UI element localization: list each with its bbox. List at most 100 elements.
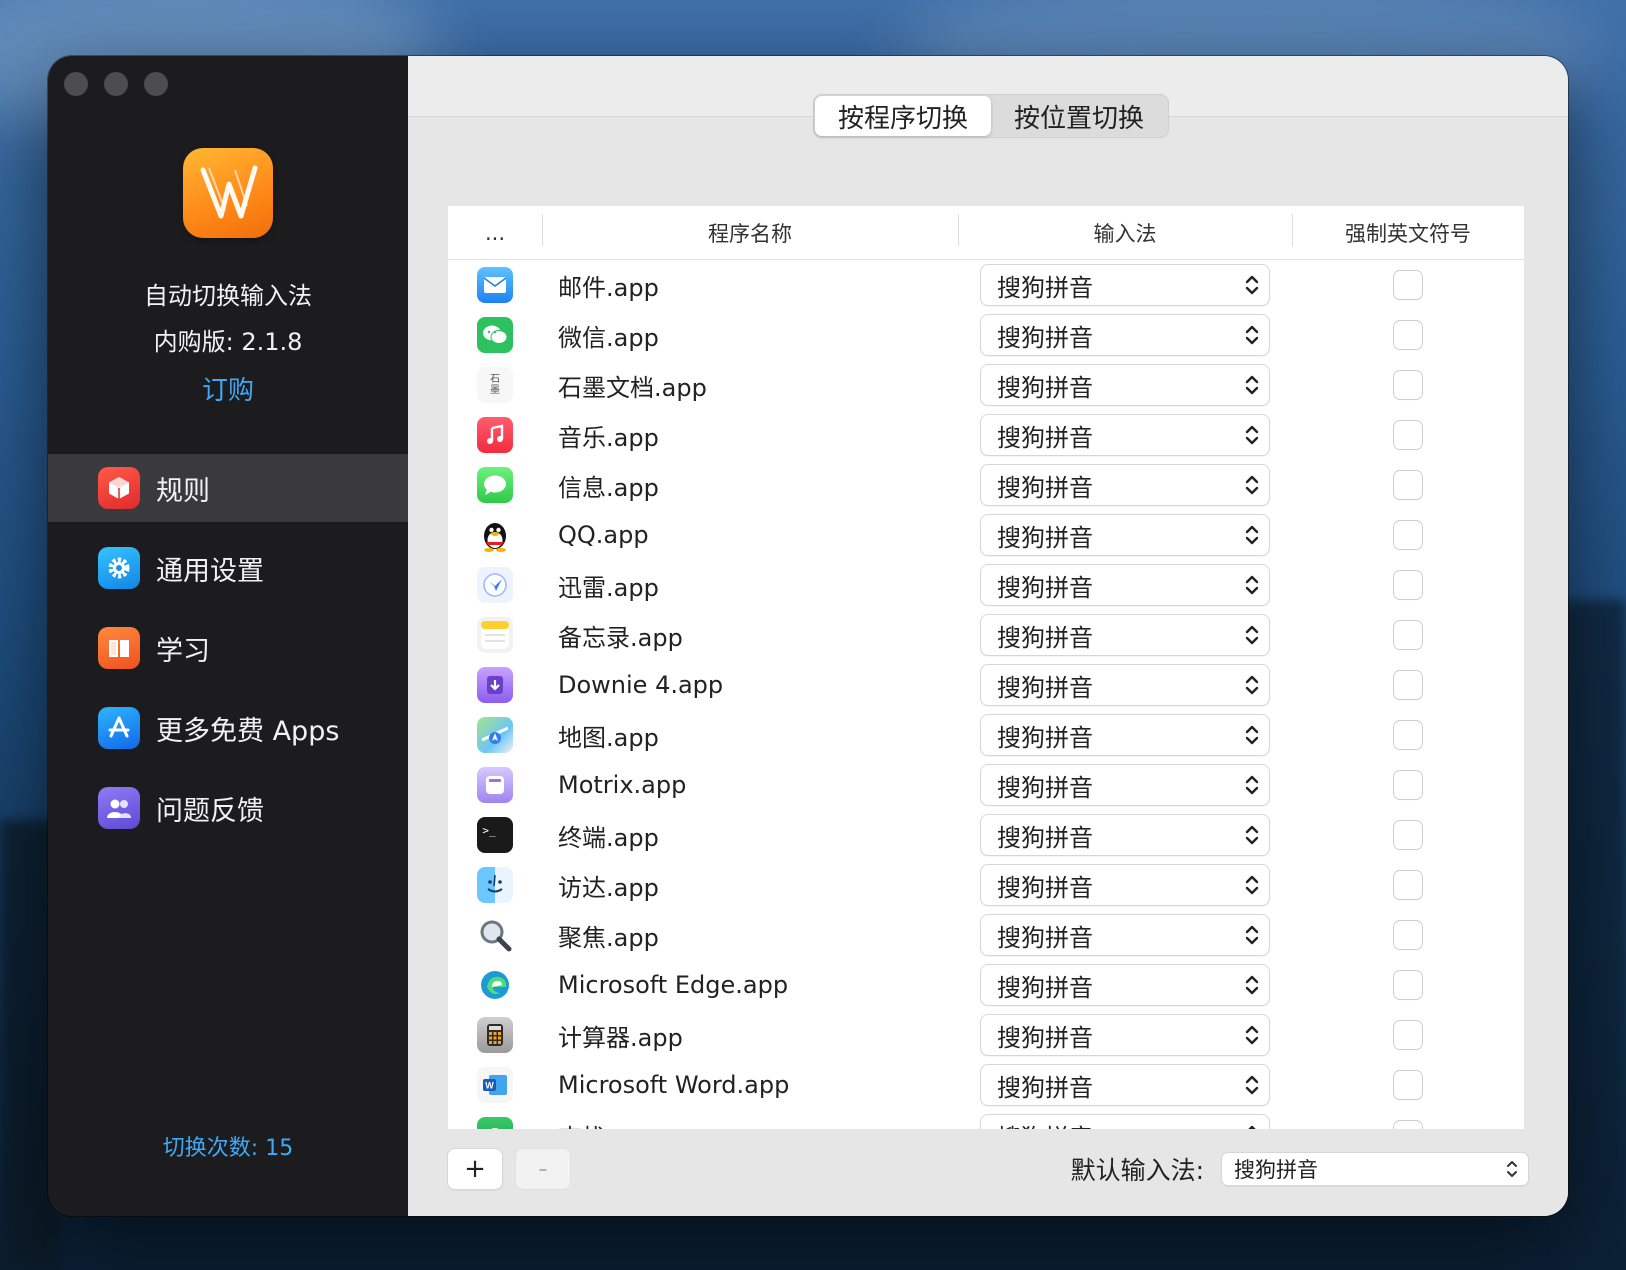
- table-row[interactable]: 聚焦.app 搜狗拼音: [448, 910, 1524, 960]
- force-english-checkbox[interactable]: [1394, 1121, 1422, 1129]
- app-icon-cell: [448, 567, 542, 603]
- input-method-select[interactable]: 搜狗拼音: [981, 715, 1269, 755]
- table-row[interactable]: W Microsoft Word.app 搜狗拼音: [448, 1060, 1524, 1110]
- app-icon-cell: >_: [448, 817, 542, 853]
- default-input-select[interactable]: 搜狗拼音: [1222, 1153, 1528, 1185]
- tab-by-location[interactable]: 按位置切换: [991, 96, 1167, 136]
- app-icon-cell: [448, 667, 542, 703]
- table-row[interactable]: 访达.app 搜狗拼音: [448, 860, 1524, 910]
- table-row[interactable]: 音乐.app 搜狗拼音: [448, 410, 1524, 460]
- force-english-cell: [1292, 671, 1524, 699]
- input-method-select[interactable]: 搜狗拼音: [981, 865, 1269, 905]
- input-method-cell: 搜狗拼音: [958, 415, 1292, 455]
- input-method-cell: 搜狗拼音: [958, 965, 1292, 1005]
- sidebar-item-settings[interactable]: 通用设置: [48, 534, 408, 602]
- force-english-checkbox[interactable]: [1394, 921, 1422, 949]
- input-method-select[interactable]: 搜狗拼音: [981, 515, 1269, 555]
- force-english-checkbox[interactable]: [1394, 571, 1422, 599]
- table-row[interactable]: 信息.app 搜狗拼音: [448, 460, 1524, 510]
- column-header-force-english[interactable]: 强制英文符号: [1292, 213, 1524, 248]
- column-header-input-method[interactable]: 输入法: [958, 213, 1292, 248]
- force-english-checkbox[interactable]: [1394, 971, 1422, 999]
- app-name-cell: 聚焦.app: [558, 923, 659, 952]
- input-method-select[interactable]: 搜狗拼音: [981, 415, 1269, 455]
- table-row[interactable]: Downie 4.app 搜狗拼音: [448, 660, 1524, 710]
- table-row[interactable]: 邮件.app 搜狗拼音: [448, 260, 1524, 310]
- input-method-select[interactable]: 搜狗拼音: [981, 915, 1269, 955]
- bottom-bar: + - 默认输入法: 搜狗拼音: [448, 1148, 1528, 1190]
- table-row[interactable]: 微信.app 搜狗拼音: [448, 310, 1524, 360]
- remove-rule-button[interactable]: -: [516, 1149, 570, 1189]
- sidebar-item-learn[interactable]: 学习: [48, 614, 408, 682]
- sidebar-item-more-apps[interactable]: 更多免费 Apps: [48, 694, 408, 762]
- input-method-value: 搜狗拼音: [997, 673, 1093, 702]
- app-version: 内购版: 2.1.8: [153, 328, 303, 356]
- table-row[interactable]: 计算器.app 搜狗拼音: [448, 1010, 1524, 1060]
- force-english-checkbox[interactable]: [1394, 471, 1422, 499]
- table-row[interactable]: QQ.app 搜狗拼音: [448, 510, 1524, 560]
- table-row[interactable]: 备忘录.app 搜狗拼音: [448, 610, 1524, 660]
- force-english-checkbox[interactable]: [1394, 1021, 1422, 1049]
- force-english-checkbox[interactable]: [1394, 871, 1422, 899]
- force-english-checkbox[interactable]: [1394, 621, 1422, 649]
- force-english-checkbox[interactable]: [1394, 421, 1422, 449]
- chevron-updown-icon: [1245, 921, 1259, 949]
- minimize-window-button[interactable]: [104, 72, 128, 96]
- sidebar-item-rules[interactable]: 规则: [48, 454, 408, 522]
- input-method-select[interactable]: 搜狗拼音: [981, 465, 1269, 505]
- force-english-checkbox[interactable]: [1394, 771, 1422, 799]
- input-method-select[interactable]: 搜狗拼音: [981, 1115, 1269, 1129]
- sidebar-item-feedback[interactable]: 问题反馈: [48, 774, 408, 842]
- input-method-select[interactable]: 搜狗拼音: [981, 1015, 1269, 1055]
- window-controls: [64, 72, 168, 96]
- table-row[interactable]: 石墨 石墨文档.app 搜狗拼音: [448, 360, 1524, 410]
- app-name-cell: 邮件.app: [558, 273, 659, 302]
- force-english-checkbox[interactable]: [1394, 671, 1422, 699]
- table-row[interactable]: Microsoft Edge.app 搜狗拼音: [448, 960, 1524, 1010]
- app-icon-cell: [448, 517, 542, 553]
- app-name-cell: 音乐.app: [558, 423, 659, 452]
- table-row[interactable]: 查找 搜狗拼音: [448, 1110, 1524, 1129]
- shimo-icon: 石墨: [477, 367, 513, 403]
- force-english-cell: [1292, 821, 1524, 849]
- force-english-checkbox[interactable]: [1394, 721, 1422, 749]
- zoom-window-button[interactable]: [144, 72, 168, 96]
- input-method-select[interactable]: 搜狗拼音: [981, 665, 1269, 705]
- force-english-checkbox[interactable]: [1394, 821, 1422, 849]
- default-input-label: 默认输入法:: [1070, 1156, 1204, 1185]
- chevron-updown-icon: [1245, 571, 1259, 599]
- input-method-select[interactable]: 搜狗拼音: [981, 765, 1269, 805]
- force-english-checkbox[interactable]: [1394, 271, 1422, 299]
- column-header-more[interactable]: ...: [448, 221, 542, 245]
- input-method-cell: 搜狗拼音: [958, 315, 1292, 355]
- input-method-select[interactable]: 搜狗拼音: [981, 815, 1269, 855]
- force-english-checkbox[interactable]: [1394, 371, 1422, 399]
- column-header-app-name[interactable]: 程序名称: [542, 213, 958, 248]
- force-english-checkbox[interactable]: [1394, 521, 1422, 549]
- app-name-cell: 终端.app: [558, 823, 659, 852]
- force-english-checkbox[interactable]: [1394, 1071, 1422, 1099]
- app-store-icon: [98, 707, 140, 749]
- app-name-cell: 备忘录.app: [558, 623, 683, 652]
- input-method-select[interactable]: 搜狗拼音: [981, 265, 1269, 305]
- input-method-select[interactable]: 搜狗拼音: [981, 615, 1269, 655]
- app-name-cell: Motrix.app: [558, 771, 687, 799]
- close-window-button[interactable]: [64, 72, 88, 96]
- input-method-select[interactable]: 搜狗拼音: [981, 965, 1269, 1005]
- table-row[interactable]: 迅雷.app 搜狗拼音: [448, 560, 1524, 610]
- force-english-cell: [1292, 371, 1524, 399]
- table-row[interactable]: Motrix.app 搜狗拼音: [448, 760, 1524, 810]
- table-row[interactable]: 地图.app 搜狗拼音: [448, 710, 1524, 760]
- input-method-select[interactable]: 搜狗拼音: [981, 565, 1269, 605]
- app-name-cell: 查找: [542, 1118, 958, 1130]
- force-english-checkbox[interactable]: [1394, 321, 1422, 349]
- table-row[interactable]: >_ 终端.app 搜狗拼音: [448, 810, 1524, 860]
- add-rule-button[interactable]: +: [448, 1149, 502, 1189]
- input-method-select[interactable]: 搜狗拼音: [981, 365, 1269, 405]
- input-method-select[interactable]: 搜狗拼音: [981, 315, 1269, 355]
- tab-by-app[interactable]: 按程序切换: [815, 96, 991, 136]
- input-method-select[interactable]: 搜狗拼音: [981, 1065, 1269, 1105]
- people-icon: [98, 787, 140, 829]
- buy-link[interactable]: 订购: [48, 370, 408, 407]
- app-name-cell: 微信.app: [558, 323, 659, 352]
